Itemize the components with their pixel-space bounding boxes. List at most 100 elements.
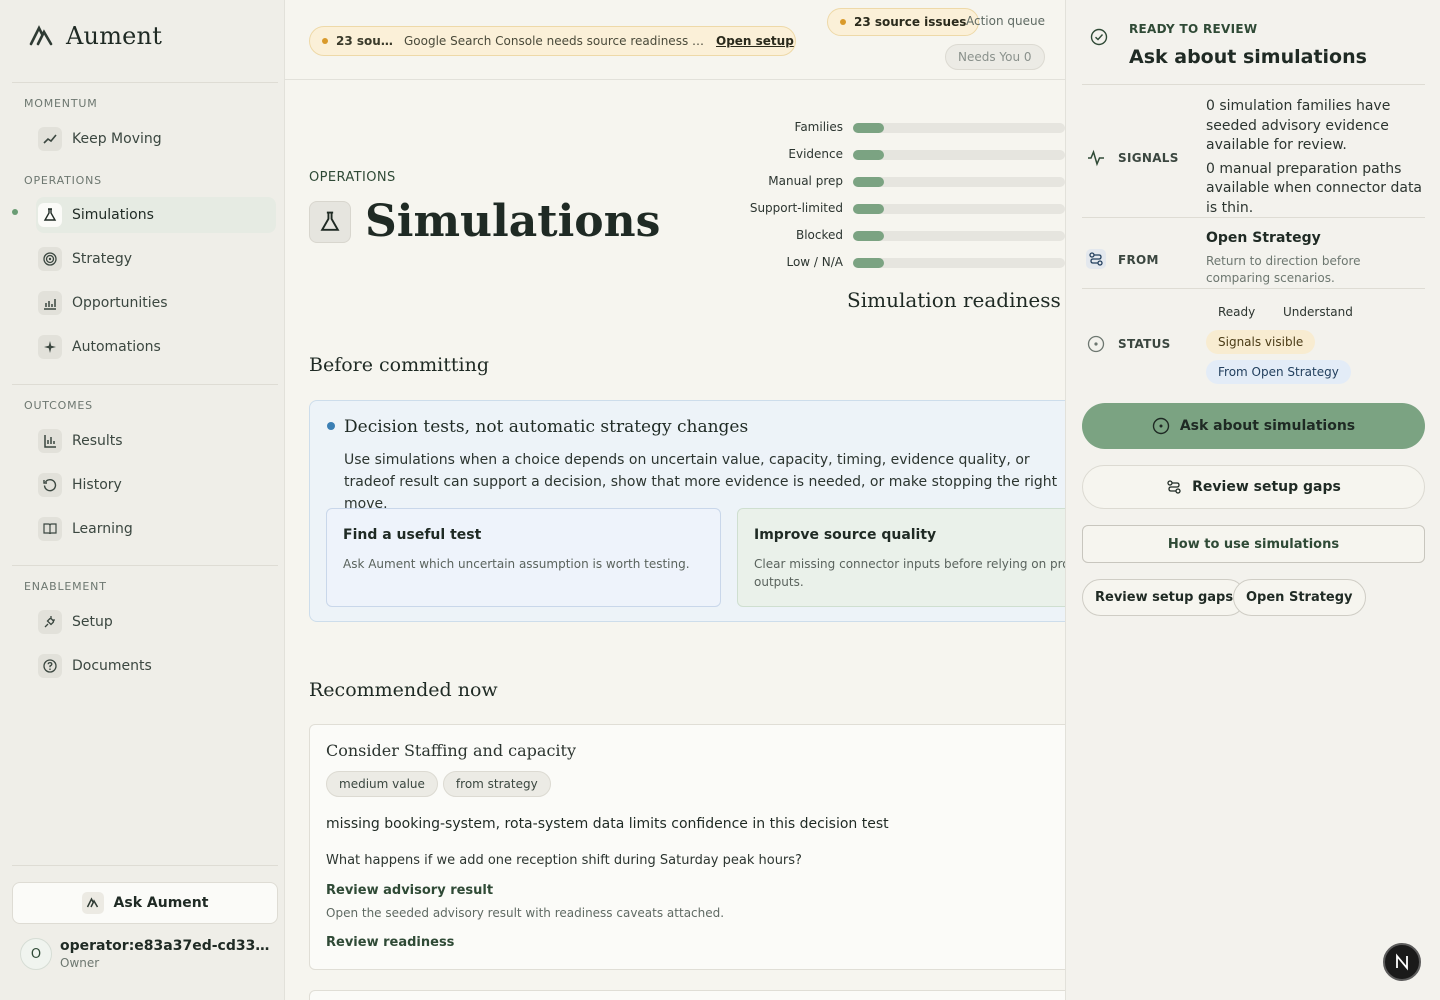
card-title: Decision tests, not automatic strategy c… bbox=[344, 417, 749, 437]
divider bbox=[1082, 84, 1425, 85]
recommended-now-heading: Recommended now bbox=[309, 679, 498, 701]
signal-line: 0 simulation families have seeded adviso… bbox=[1206, 98, 1391, 153]
sidebar-item-documents[interactable]: Documents bbox=[36, 648, 276, 684]
review-setup-gaps-chip-button[interactable]: Review setup gaps bbox=[1082, 579, 1247, 616]
from-label: FROM bbox=[1118, 253, 1159, 267]
review-setup-gaps-button[interactable]: Review setup gaps bbox=[1082, 465, 1425, 509]
sidebar-item-strategy[interactable]: Strategy bbox=[36, 241, 276, 277]
bar-track bbox=[853, 150, 1065, 160]
section-operations: OPERATIONS bbox=[24, 174, 102, 187]
sidebar-item-keep-moving[interactable]: Keep Moving bbox=[36, 121, 276, 157]
bar-row: Blocked bbox=[705, 226, 1065, 246]
tag: medium value bbox=[326, 771, 438, 797]
bar-label: Low / N/A bbox=[786, 255, 843, 269]
section-outcomes: OUTCOMES bbox=[24, 399, 93, 412]
aument-logo-icon bbox=[29, 25, 53, 46]
ask-aument-button[interactable]: Ask Aument bbox=[12, 882, 278, 924]
assistant-panel: READY TO REVIEW Ask about simulations SI… bbox=[1065, 0, 1440, 1000]
open-setup-link[interactable]: Open setup bbox=[716, 34, 794, 48]
sidebar-item-setup[interactable]: Setup bbox=[36, 604, 276, 640]
bar-label: Manual prep bbox=[768, 174, 843, 188]
sidebar-item-label: Automations bbox=[72, 339, 161, 355]
bars-icon bbox=[38, 429, 62, 453]
action-queue-link[interactable]: Action queue bbox=[966, 14, 1045, 28]
advisory-note: Open the seeded advisory result with rea… bbox=[326, 906, 725, 920]
flask-icon bbox=[309, 200, 351, 243]
bar-row: Support-limited bbox=[705, 199, 1065, 219]
improve-source-quality-card[interactable]: Improve source quality Clear missing con… bbox=[737, 508, 1065, 607]
ask-about-simulations-button[interactable]: Ask about simulations bbox=[1082, 403, 1425, 449]
find-useful-test-card[interactable]: Find a useful test Ask Aument which unce… bbox=[326, 508, 721, 607]
review-readiness-link[interactable]: Review readiness bbox=[326, 935, 454, 950]
bar-track bbox=[853, 204, 1065, 214]
sidebar-item-simulations[interactable]: Simulations bbox=[36, 197, 276, 233]
signals-label: SIGNALS bbox=[1118, 151, 1179, 165]
sidebar-item-history[interactable]: History bbox=[36, 467, 276, 503]
aument-logo-icon bbox=[81, 892, 104, 914]
how-to-use-simulations-button[interactable]: How to use simulations bbox=[1082, 525, 1425, 563]
needs-you-button[interactable]: Needs You 0 bbox=[945, 44, 1045, 70]
pulse-icon bbox=[1086, 148, 1106, 168]
status-chip: Ready bbox=[1206, 300, 1268, 324]
warning-dot-icon bbox=[322, 38, 328, 44]
bar-row: Evidence bbox=[705, 145, 1065, 165]
check-circle-icon bbox=[1090, 28, 1108, 46]
route-icon bbox=[1086, 249, 1106, 269]
review-advisory-result-link[interactable]: Review advisory result bbox=[326, 883, 493, 898]
top-bar: 23 sourc... Google Search Console needs … bbox=[285, 0, 1065, 80]
decision-tests-card: Decision tests, not automatic strategy c… bbox=[309, 400, 1065, 622]
sub-card-text: Clear missing connector inputs before re… bbox=[754, 557, 1065, 589]
bar-fill bbox=[853, 177, 884, 187]
n-logo-icon bbox=[1396, 953, 1408, 971]
bar-row: Low / N/A bbox=[705, 253, 1065, 273]
recommendation-tags: medium value from strategy bbox=[326, 771, 551, 797]
sidebar-item-results[interactable]: Results bbox=[36, 423, 276, 459]
sidebar-item-label: Learning bbox=[72, 521, 133, 537]
n-launcher-button[interactable] bbox=[1383, 943, 1421, 981]
sidebar-item-label: Simulations bbox=[72, 207, 154, 223]
bar-track bbox=[853, 231, 1065, 241]
sidebar-item-learning[interactable]: Learning bbox=[36, 511, 276, 547]
sidebar-item-label: Results bbox=[72, 433, 123, 449]
bar-track bbox=[853, 177, 1065, 187]
page-title: Simulations bbox=[365, 196, 661, 247]
signal-line: 0 manual preparation paths available whe… bbox=[1206, 160, 1423, 216]
flask-icon bbox=[38, 203, 62, 227]
divider bbox=[12, 384, 278, 385]
chart-icon bbox=[38, 291, 62, 315]
bar-fill bbox=[853, 123, 884, 133]
brand[interactable]: Aument bbox=[28, 22, 162, 50]
recommendation-card bbox=[309, 990, 1065, 1000]
bar-label: Families bbox=[794, 120, 843, 134]
help-icon bbox=[38, 654, 62, 678]
button-label: Ask about simulations bbox=[1179, 418, 1356, 434]
open-strategy-button[interactable]: Open Strategy bbox=[1233, 579, 1366, 616]
bar-fill bbox=[853, 258, 884, 268]
sidebar-item-automations[interactable]: Automations bbox=[36, 329, 276, 365]
bar-track bbox=[853, 123, 1065, 133]
chart-title: Simulation readiness bbox=[847, 288, 1061, 312]
card-body: Use simulations when a choice depends on… bbox=[344, 452, 1058, 512]
from-subtitle: Return to direction before comparing sce… bbox=[1206, 254, 1361, 285]
button-label: Review setup gaps bbox=[1192, 479, 1341, 495]
status-chip: Signals visible bbox=[1206, 330, 1316, 354]
target-icon bbox=[38, 247, 62, 271]
sidebar-item-label: Documents bbox=[72, 658, 152, 674]
page-eyebrow: OPERATIONS bbox=[309, 170, 396, 185]
ask-aument-label: Ask Aument bbox=[113, 895, 209, 911]
warning-dot-icon bbox=[840, 19, 846, 25]
source-issues-label: 23 source issues bbox=[854, 15, 967, 29]
before-committing-heading: Before committing bbox=[309, 354, 489, 376]
source-issues-button[interactable]: 23 source issues bbox=[827, 8, 980, 36]
user-profile[interactable]: O operator:e83a37ed-cd33-41... Owner bbox=[20, 938, 272, 970]
bar-row: Manual prep bbox=[705, 172, 1065, 192]
sidebar-item-opportunities[interactable]: Opportunities bbox=[36, 285, 276, 321]
from-title: Open Strategy bbox=[1206, 230, 1321, 246]
bar-fill bbox=[853, 150, 884, 160]
sidebar-item-label: Setup bbox=[72, 614, 113, 630]
sub-card-text: Ask Aument which uncertain assumption is… bbox=[343, 557, 690, 571]
info-dot-icon bbox=[327, 422, 335, 430]
sub-card-title: Improve source quality bbox=[754, 527, 937, 543]
recommendation-question: What happens if we add one reception shi… bbox=[326, 853, 802, 868]
sidebar-item-label: Strategy bbox=[72, 251, 132, 267]
